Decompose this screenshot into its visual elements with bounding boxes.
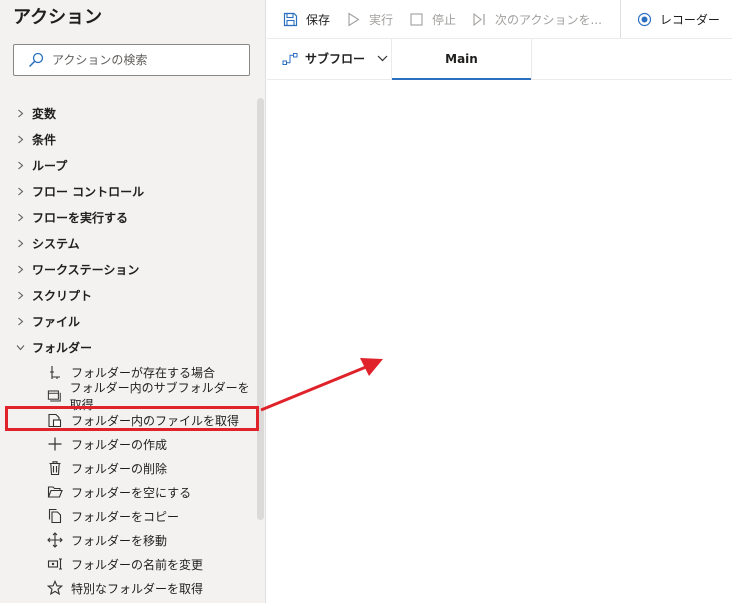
category-label: スクリプト (32, 288, 93, 303)
action-label: 特別なフォルダーを取得 (71, 581, 204, 596)
step-icon (473, 12, 485, 26)
category-scripting[interactable]: スクリプト (0, 282, 256, 308)
save-label: 保存 (306, 12, 331, 27)
category-label: フローを実行する (32, 210, 129, 225)
action-label: フォルダーの削除 (71, 461, 168, 476)
category-label: 変数 (32, 106, 57, 121)
action-label: フォルダーをコピー (71, 509, 180, 524)
category-variables[interactable]: 変数 (0, 100, 256, 126)
play-icon (348, 12, 360, 26)
category-flow-control[interactable]: フロー コントロール (0, 178, 256, 204)
next-action-label: 次のアクションを... (495, 12, 602, 27)
action-label: フォルダーを移動 (71, 533, 168, 548)
toolbar-divider (619, 0, 621, 38)
category-run-flow[interactable]: フローを実行する (0, 204, 256, 230)
action-tree: 変数 条件 ループ フロー コントロール フローを実行する システム ワークステ… (0, 100, 256, 600)
action-copy-folder[interactable]: フォルダーをコピー (0, 504, 256, 528)
run-label: 実行 (369, 12, 394, 27)
category-workstation[interactable]: ワークステーション (0, 256, 256, 282)
chevron-right-icon (18, 135, 24, 143)
chevron-right-icon (18, 109, 24, 117)
category-label: システム (32, 236, 80, 251)
action-empty-folder[interactable]: フォルダーを空にする (0, 480, 256, 504)
stop-button[interactable]: 停止 (409, 11, 456, 28)
plus-icon (48, 437, 62, 451)
flow-canvas[interactable] (267, 80, 732, 603)
move-icon (47, 532, 63, 548)
save-icon (283, 12, 298, 26)
trash-icon (49, 461, 61, 476)
category-file[interactable]: ファイル (0, 308, 256, 334)
tab-main-label: Main (445, 51, 478, 66)
category-conditionals[interactable]: 条件 (0, 126, 256, 152)
actions-pane: アクション 変数 条件 ループ フロー コントロール フローを実行する (0, 0, 266, 603)
action-get-subfolders[interactable]: フォルダー内のサブフォルダーを取得 (0, 381, 256, 412)
search-input[interactable] (52, 53, 249, 67)
action-move-folder[interactable]: フォルダーを移動 (0, 528, 256, 552)
open-folder-icon (47, 486, 63, 498)
category-label: フォルダー (32, 340, 93, 355)
action-create-folder[interactable]: フォルダーの作成 (0, 432, 256, 456)
category-label: ループ (32, 158, 68, 173)
tab-main[interactable]: Main (391, 38, 532, 80)
category-loops[interactable]: ループ (0, 152, 256, 178)
search-icon (28, 52, 44, 68)
chevron-right-icon (18, 239, 24, 247)
pane-title: アクション (13, 7, 103, 28)
action-label: フォルダーの作成 (71, 437, 168, 452)
chevron-right-icon (18, 265, 24, 273)
action-label: フォルダーを空にする (71, 485, 192, 500)
category-label: フロー コントロール (32, 184, 145, 199)
action-rename-folder[interactable]: フォルダーの名前を変更 (0, 552, 256, 576)
folders-icon (47, 390, 61, 402)
toolbar: 保存 実行 停止 次のアクションを... レコーダー (267, 0, 732, 39)
subflow-dropdown[interactable]: サブフロー (267, 38, 391, 79)
action-delete-folder[interactable]: フォルダーの削除 (0, 456, 256, 480)
category-folder[interactable]: フォルダー (0, 334, 256, 360)
chevron-down-icon (377, 55, 388, 62)
star-icon (47, 580, 63, 596)
chevron-right-icon (18, 187, 24, 195)
flow-tabs: サブフロー Main (267, 38, 732, 80)
category-system[interactable]: システム (0, 230, 256, 256)
save-button[interactable]: 保存 (283, 11, 330, 28)
branch-icon (50, 366, 60, 379)
action-get-special-folder[interactable]: 特別なフォルダーを取得 (0, 576, 256, 600)
recorder-button[interactable]: レコーダー (637, 11, 720, 28)
chevron-right-icon (18, 291, 24, 299)
search-box[interactable] (13, 44, 250, 76)
stop-icon (410, 12, 423, 26)
chevron-down-icon (16, 344, 25, 350)
subflow-icon (282, 52, 298, 65)
category-label: ワークステーション (32, 262, 140, 277)
highlight-box (5, 406, 259, 431)
copy-icon (48, 508, 62, 524)
scrollbar[interactable] (257, 98, 264, 520)
next-action-button[interactable]: 次のアクションを... (472, 11, 602, 28)
subflow-label: サブフロー (305, 52, 366, 66)
category-label: ファイル (32, 314, 81, 329)
action-label: フォルダーの名前を変更 (71, 557, 204, 572)
stop-label: 停止 (432, 12, 457, 27)
recorder-label: レコーダー (659, 12, 720, 27)
chevron-right-icon (18, 213, 24, 221)
rename-icon (47, 558, 62, 570)
record-icon (637, 12, 652, 26)
run-button[interactable]: 実行 (346, 11, 393, 28)
chevron-right-icon (18, 317, 24, 325)
action-label: フォルダーが存在する場合 (71, 365, 216, 380)
category-label: 条件 (32, 132, 57, 147)
chevron-right-icon (18, 161, 24, 169)
